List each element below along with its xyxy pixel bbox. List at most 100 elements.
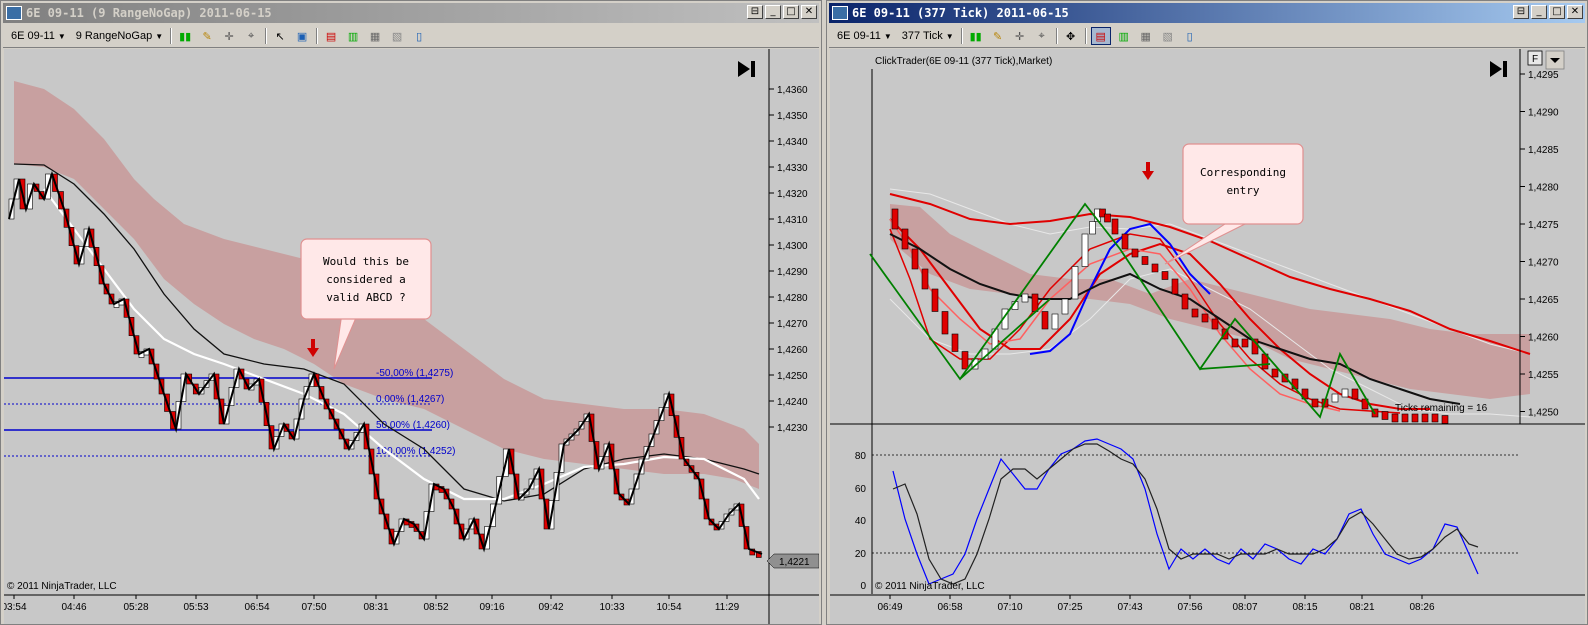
candle — [1431, 413, 1439, 423]
left-titlebar[interactable]: 6E 09-11 (9 RangeNoGap) 2011-06-15 ⊟ _ □… — [3, 3, 819, 23]
candle — [1104, 213, 1111, 223]
price-tick-label: 1,4290 — [777, 267, 808, 278]
right-maximize-button[interactable]: □ — [1549, 5, 1565, 19]
entry-arrow-icon — [1142, 162, 1154, 180]
price-tick-label: 1,4280 — [1528, 183, 1559, 194]
time-tick-label: 09:16 — [479, 602, 504, 613]
left-chart-svg: -50,00% (1,4275) 0,00% (1,4267) 50,00% (… — [4, 49, 819, 624]
left-instrument-selector[interactable]: 6E 09-11 ▼ — [9, 30, 68, 42]
price-tick-label: 1,4295 — [1528, 70, 1559, 81]
candle — [1191, 308, 1199, 318]
candle — [1131, 248, 1139, 258]
left-window-title: 6E 09-11 (9 RangeNoGap) 2011-06-15 — [26, 6, 272, 20]
osc-tick-label: 60 — [855, 484, 867, 495]
right-titlebar[interactable]: 6E 09-11 (377 Tick) 2011-06-15 ⊟ _ □ ✕ — [829, 3, 1585, 23]
price-tick-label: 1,4275 — [1528, 220, 1559, 231]
left-period-selector[interactable]: 9 RangeNoGap ▼ — [74, 30, 165, 42]
oscillator-blue — [892, 438, 1479, 585]
time-tick-label: 11:29 — [715, 602, 740, 613]
right-toolbar: 6E 09-11 ▼ 377 Tick ▼ ▮▮ ✎ ✛ ⌖ ✥ ▤ ▥ ▦ ▧ ▯ — [829, 25, 1585, 48]
save-icon[interactable]: ▧ — [388, 28, 406, 44]
candle — [911, 248, 919, 270]
left-toolbar: 6E 09-11 ▼ 9 RangeNoGap ▼ ▮▮ ✎ ✛ ⌖ ↖ ▣ ▤ ▥… — [3, 25, 819, 48]
zoom-icon[interactable]: ✛ — [220, 28, 238, 44]
crosshair-icon[interactable]: ⌖ — [1033, 28, 1051, 44]
properties-icon[interactable]: ▦ — [366, 28, 384, 44]
save-icon[interactable]: ▧ — [1159, 28, 1177, 44]
right-chart-svg: ClickTrader(6E 09-11 (377 Tick),Market) — [830, 49, 1585, 613]
left-scroll-to-end-icon[interactable] — [738, 61, 755, 77]
candle — [1171, 278, 1179, 295]
fib-level-label: 0,00% (1,4267) — [376, 394, 444, 405]
right-minimize-button[interactable]: _ — [1531, 5, 1547, 19]
candle — [1341, 388, 1349, 398]
right-scroll-to-end-icon[interactable] — [1490, 61, 1507, 77]
candle — [921, 268, 929, 290]
properties-icon[interactable]: ▦ — [1137, 28, 1155, 44]
entry-callout: Corresponding entry — [1164, 143, 1304, 265]
candle — [1351, 388, 1359, 400]
right-time-axis: 06:49 06:58 07:10 07:25 07:43 07:56 08:07 08:15… — [877, 595, 1435, 613]
bar-style-icon[interactable]: ▮▮ — [176, 28, 194, 44]
indicators-icon[interactable]: ▤ — [1090, 27, 1111, 45]
move-icon[interactable]: ✥ — [1062, 28, 1080, 44]
pointer-icon[interactable]: ↖ — [271, 28, 289, 44]
candle — [1061, 298, 1069, 315]
time-tick-label: 09:42 — [538, 602, 563, 613]
chart-icon — [6, 6, 22, 20]
fib-level-label: -50,00% (1,4275) — [376, 368, 453, 379]
price-tick-label: 1,4260 — [777, 345, 808, 356]
bar-style-icon[interactable]: ▮▮ — [967, 28, 985, 44]
right-copyright: © 2011 NinjaTrader, LLC — [875, 581, 985, 592]
time-tick-label: 06:54 — [244, 602, 269, 613]
right-f-button[interactable]: F — [1527, 50, 1543, 66]
candle — [951, 333, 959, 352]
osc-tick-label: 80 — [855, 451, 867, 462]
left-copyright: © 2011 NinjaTrader, LLC — [7, 581, 117, 592]
candle — [901, 228, 909, 250]
candle — [1391, 413, 1399, 423]
left-close-button[interactable]: ✕ — [801, 5, 817, 19]
indicators-icon[interactable]: ▤ — [322, 28, 340, 44]
strategies-icon[interactable]: ▥ — [1115, 28, 1133, 44]
crosshair-icon[interactable]: ⌖ — [242, 28, 260, 44]
price-tick-label: 1,4285 — [1528, 145, 1559, 156]
window-list-icon[interactable]: ▯ — [410, 28, 428, 44]
right-close-button[interactable]: ✕ — [1567, 5, 1583, 19]
left-price-chart[interactable]: -50,00% (1,4275) 0,00% (1,4267) 50,00% (… — [4, 49, 819, 624]
time-tick-label: 08:26 — [1409, 602, 1434, 613]
right-price-chart[interactable]: ClickTrader(6E 09-11 (377 Tick),Market) — [830, 49, 1585, 624]
callout-line: considered a — [326, 273, 405, 286]
candle — [931, 288, 939, 312]
price-tick-label: 1,4265 — [1528, 295, 1559, 306]
price-tick-label: 1,4340 — [777, 137, 808, 148]
right-period-selector[interactable]: 377 Tick ▼ — [900, 30, 956, 42]
right-chart-window: 6E 09-11 (377 Tick) 2011-06-15 ⊟ _ □ ✕ 6… — [826, 0, 1588, 625]
pencil-icon[interactable]: ✎ — [198, 28, 216, 44]
left-chart-window: 6E 09-11 (9 RangeNoGap) 2011-06-15 ⊟ _ □… — [0, 0, 822, 625]
price-tick-label: 1,4270 — [1528, 258, 1559, 269]
candle — [1381, 411, 1389, 420]
callout-line: Corresponding — [1200, 166, 1286, 179]
price-tick-label: 1,4300 — [777, 241, 808, 252]
data-box-icon[interactable]: ▣ — [293, 28, 311, 44]
time-tick-label: 04:46 — [61, 602, 86, 613]
window-list-icon[interactable]: ▯ — [1181, 28, 1199, 44]
left-maximize-button[interactable]: □ — [783, 5, 799, 19]
candle — [941, 311, 949, 335]
right-link-button[interactable]: ⊟ — [1513, 5, 1529, 19]
candle — [961, 351, 969, 370]
right-dropdown-icon[interactable] — [1545, 50, 1565, 70]
left-link-button[interactable]: ⊟ — [747, 5, 763, 19]
time-tick-label: 08:15 — [1292, 602, 1317, 613]
time-tick-label: 08:52 — [423, 602, 448, 613]
callout-line: Would this be — [323, 255, 409, 268]
right-instrument-selector[interactable]: 6E 09-11 ▼ — [835, 30, 894, 42]
price-tick-label: 1,4360 — [777, 85, 808, 96]
left-minimize-button[interactable]: _ — [765, 5, 781, 19]
candle — [1181, 293, 1189, 310]
candle — [1141, 256, 1149, 265]
zoom-icon[interactable]: ✛ — [1011, 28, 1029, 44]
pencil-icon[interactable]: ✎ — [989, 28, 1007, 44]
strategies-icon[interactable]: ▥ — [344, 28, 362, 44]
